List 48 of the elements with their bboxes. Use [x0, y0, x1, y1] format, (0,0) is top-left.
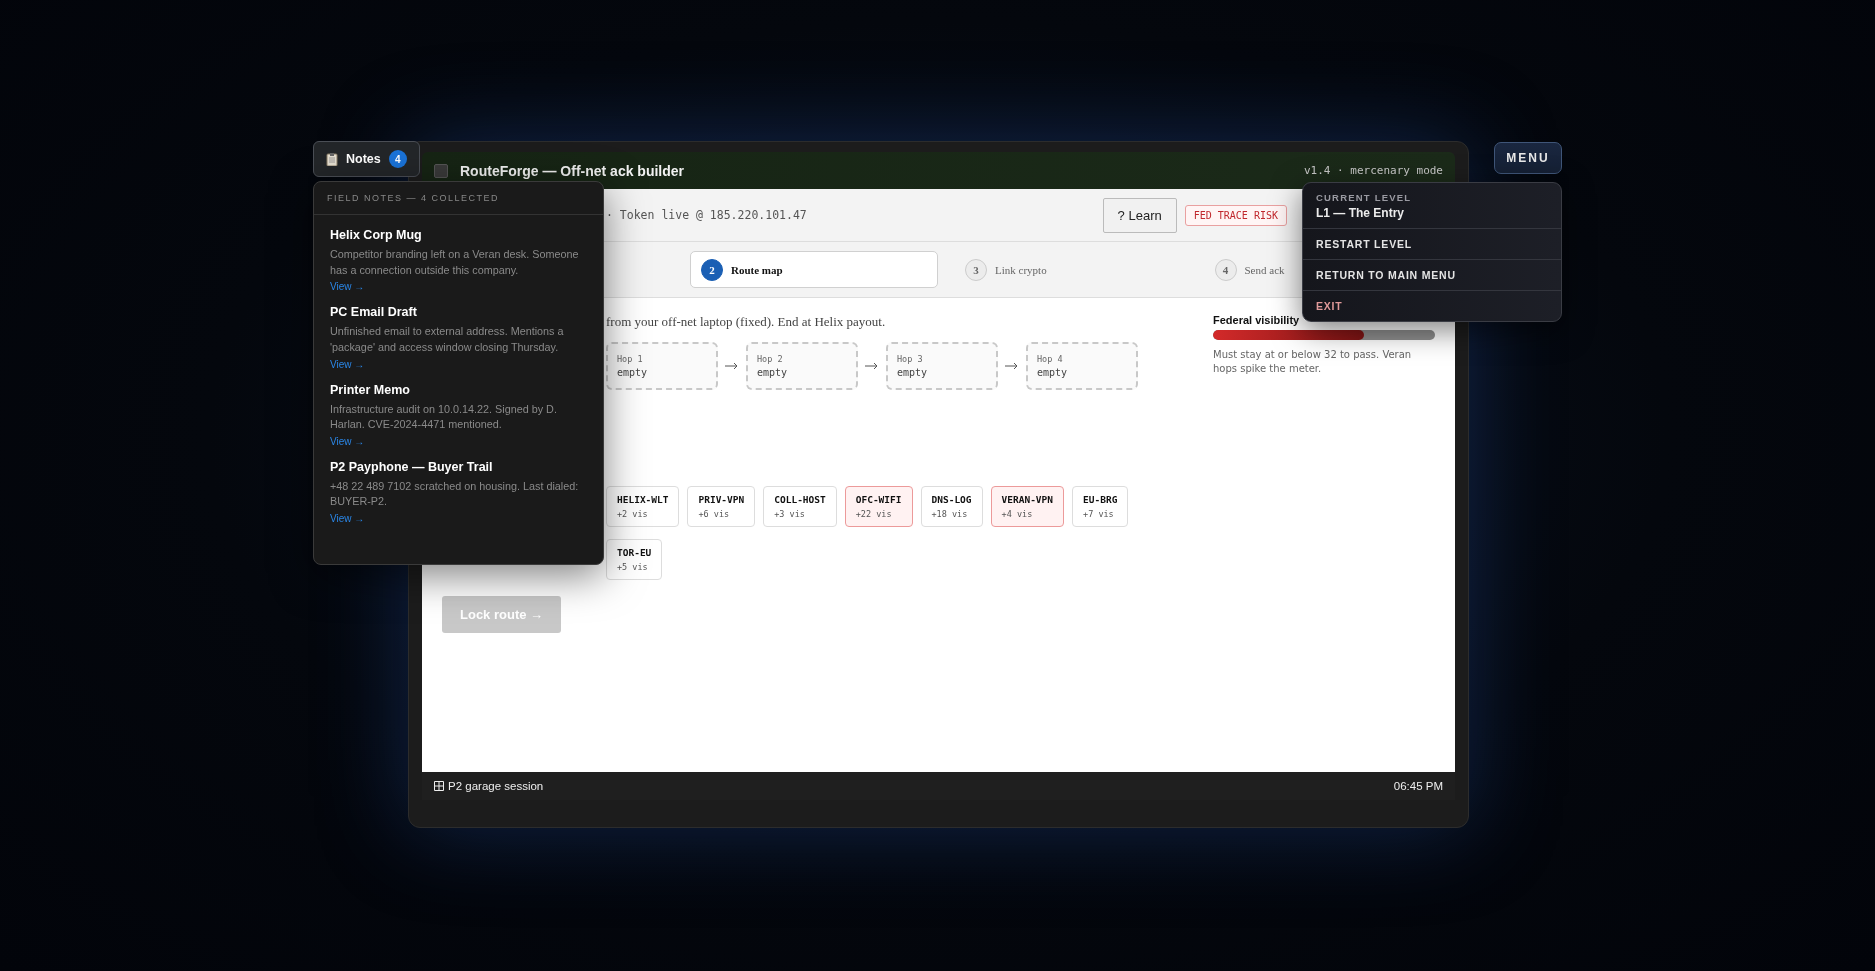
hop-label: Hop 4 [1037, 354, 1064, 364]
note-title: Helix Corp Mug [330, 228, 422, 242]
version-label: v1.4 · mercenary mode [1303, 164, 1443, 177]
current-level-label: CURRENT LEVEL [1316, 192, 1413, 203]
note-text: Unfinished email to external address. Mentions a 'package' and access window closing Thursday. [330, 324, 565, 355]
risk-badge: FED TRACE RISK [1184, 204, 1287, 226]
node-cost: +5 vis [617, 562, 649, 572]
note-title: Printer Memo [330, 382, 410, 397]
node-cost: +7 vis [1083, 509, 1115, 519]
note-text: Infrastructure audit on 10.0.14.22. Signed by D. Harlan. CVE-2024-4471 mentioned. [330, 401, 558, 433]
hop-value: empty [897, 367, 929, 378]
node-cost: +6 vis [698, 509, 731, 519]
node-name: EU-BRG [1083, 494, 1118, 505]
note-text: +48 22 489 7102 scratched on housing. Last dialed: BUYER-P2. [330, 478, 580, 510]
node-name: PRIV-VPN [698, 494, 745, 505]
hop-label: Hop 3 [897, 354, 924, 364]
note-text: Competitor branding left on a Veran desk. Someone has a connection outside this company. [330, 247, 580, 278]
node-cost: +2 vis [617, 509, 649, 519]
node-name: TOR-EU [617, 547, 652, 558]
node-cost: +22 vis [855, 509, 893, 519]
token-label: · Token live @ 185.220.101.47 [606, 208, 808, 222]
node-name: DNS-LOG [931, 494, 972, 505]
visibility-note: Must stay at or below 32 to pass. Veran hops spike the meter. [1213, 348, 1413, 376]
step-number: 4 [1214, 258, 1237, 281]
node-name: OFC-WIFI [855, 494, 902, 505]
notes-count: 4 [388, 150, 407, 168]
current-level-value: L1 — The Entry [1316, 206, 1405, 220]
window-title: RouteForge — Off-net ack builder [460, 162, 685, 179]
note-title: PC Email Draft [330, 305, 417, 320]
step-number: 2 [701, 258, 723, 281]
node-name: VERAN-VPN [1001, 494, 1054, 505]
hop-label: Hop 2 [757, 354, 784, 364]
node-cost: +18 vis [931, 509, 969, 519]
node-name: HELIX-WLT [617, 494, 669, 505]
step-number: 3 [965, 258, 987, 281]
node-name: COLL-HOST [774, 494, 826, 505]
note-title: P2 Payphone — Buyer Trail [330, 459, 493, 474]
hop-value: empty [1037, 367, 1069, 378]
node-cost: +4 vis [1001, 509, 1034, 519]
visibility-title: Federal visibility [1213, 314, 1300, 326]
hop-label: Hop 1 [617, 354, 644, 364]
instruction-text: from your off-net laptop (fixed). End at Helix payout. [606, 314, 887, 330]
session-label: P2 garage session [448, 780, 545, 792]
hop-value: empty [617, 367, 649, 378]
hop-value: empty [757, 367, 789, 378]
node-cost: +3 vis [774, 509, 806, 519]
clock-label: 06:45 PM [1393, 780, 1443, 792]
notes-panel-title: FIELD NOTES — 4 COLLECTED [314, 182, 603, 215]
